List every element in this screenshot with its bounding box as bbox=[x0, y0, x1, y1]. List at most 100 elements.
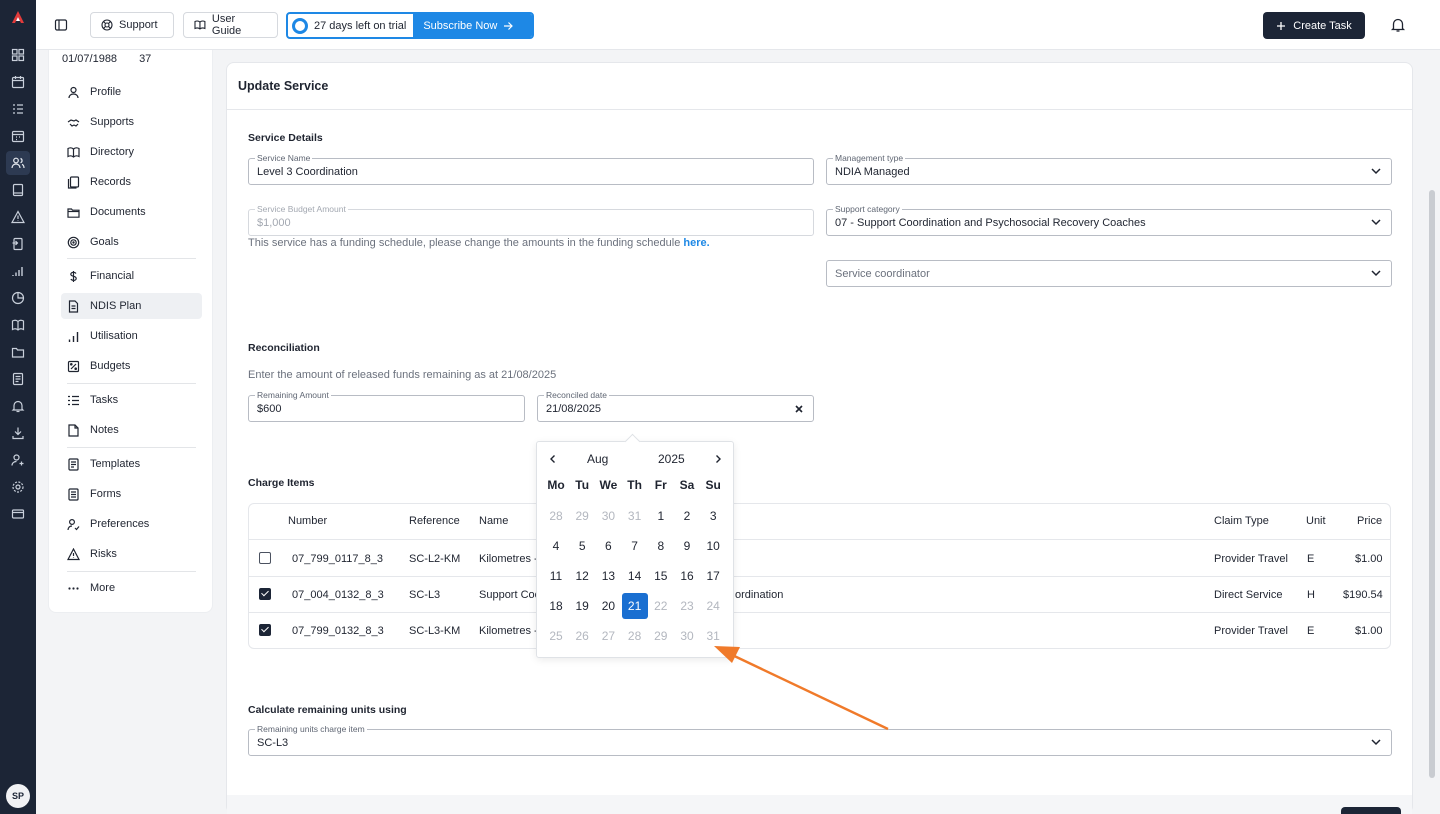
calendar-day[interactable]: 11 bbox=[543, 563, 569, 589]
next-month-icon[interactable] bbox=[713, 454, 723, 464]
picker-year[interactable]: 2025 bbox=[658, 452, 685, 466]
table-row[interactable]: 07_004_0132_8_3 SC-L3 Support Coo ordina… bbox=[249, 577, 1390, 613]
sidebar-toggle-icon[interactable] bbox=[54, 18, 68, 32]
calendar-day[interactable]: 3 bbox=[700, 503, 726, 529]
alert-icon[interactable] bbox=[11, 210, 25, 224]
dashboard-icon[interactable] bbox=[11, 48, 25, 62]
calendar-day[interactable]: 16 bbox=[674, 563, 700, 589]
calendar-day[interactable]: 13 bbox=[595, 563, 621, 589]
nav-item-tasks[interactable]: Tasks bbox=[61, 387, 202, 413]
nav-item-forms[interactable]: Forms bbox=[61, 481, 202, 507]
calendar-day[interactable]: 1 bbox=[648, 503, 674, 529]
calendar-day[interactable]: 7 bbox=[622, 533, 648, 559]
remaining-units-value: SC-L3 bbox=[257, 737, 289, 749]
calendar-day[interactable]: 8 bbox=[648, 533, 674, 559]
chevron-down-icon bbox=[1371, 168, 1381, 175]
support-button[interactable]: Support bbox=[90, 12, 174, 38]
client-age: 37 bbox=[139, 53, 152, 65]
bell-icon[interactable] bbox=[1390, 17, 1406, 33]
nav-item-utilisation[interactable]: Utilisation bbox=[61, 323, 202, 349]
calendar-icon[interactable] bbox=[11, 75, 25, 89]
nav-item-more[interactable]: More bbox=[61, 575, 202, 601]
table-row[interactable]: 07_799_0117_8_3 SC-L2-KM Kilometres - Pr… bbox=[249, 541, 1390, 577]
nav-item-documents[interactable]: Documents bbox=[61, 199, 202, 225]
schedule-icon[interactable] bbox=[11, 129, 25, 143]
calendar-day[interactable]: 5 bbox=[569, 533, 595, 559]
nav-item-budgets[interactable]: Budgets bbox=[61, 353, 202, 379]
calendar-day[interactable]: 17 bbox=[700, 563, 726, 589]
page-scrollbar[interactable] bbox=[1429, 190, 1435, 778]
service-name-field[interactable]: Service Name Level 3 Coordination bbox=[248, 153, 814, 185]
nav-item-notes[interactable]: Notes bbox=[61, 417, 202, 443]
row-claim-type: Direct Service bbox=[1214, 589, 1283, 601]
calendar-day[interactable]: 20 bbox=[595, 593, 621, 619]
folder-icon[interactable] bbox=[11, 345, 25, 359]
nav-item-risks[interactable]: Risks bbox=[61, 541, 202, 567]
nav-item-profile[interactable]: Profile bbox=[61, 79, 202, 105]
nav-label-goals: Goals bbox=[90, 236, 119, 248]
user-settings-icon[interactable] bbox=[11, 453, 25, 467]
row-checkbox[interactable] bbox=[259, 552, 271, 564]
checklist-icon[interactable] bbox=[11, 102, 25, 116]
reconciled-date-field[interactable]: Reconciled date 21/08/2025 bbox=[537, 390, 814, 422]
row-price: $190.54 bbox=[1343, 589, 1383, 601]
calendar-day[interactable]: 10 bbox=[700, 533, 726, 559]
user-guide-button[interactable]: User Guide bbox=[183, 12, 278, 38]
subscribe-now-button[interactable]: Subscribe Now bbox=[413, 14, 532, 37]
notes-icon[interactable] bbox=[11, 372, 25, 386]
calendar-day[interactable]: 19 bbox=[569, 593, 595, 619]
card-icon[interactable] bbox=[11, 507, 25, 521]
user-avatar[interactable]: SP bbox=[6, 784, 30, 808]
support-category-select[interactable]: Support category 07 - Support Coordinati… bbox=[826, 204, 1392, 236]
app-rail: SP bbox=[0, 0, 36, 814]
picker-month[interactable]: Aug bbox=[587, 452, 608, 466]
billing-icon[interactable] bbox=[11, 237, 25, 251]
settings-icon[interactable] bbox=[11, 480, 25, 494]
book-icon[interactable] bbox=[11, 183, 25, 197]
nav-item-directory[interactable]: Directory bbox=[61, 139, 202, 165]
clear-date-icon[interactable] bbox=[794, 404, 804, 414]
management-type-select[interactable]: Management type NDIA Managed bbox=[826, 153, 1392, 185]
service-coordinator-select[interactable]: Service coordinator bbox=[826, 260, 1392, 287]
analytics-icon[interactable] bbox=[11, 264, 25, 278]
calendar-day: 30 bbox=[601, 509, 616, 523]
calendar-day[interactable]: 4 bbox=[543, 533, 569, 559]
selected-day[interactable]: 21 bbox=[621, 593, 648, 619]
calendar-day[interactable]: 9 bbox=[674, 533, 700, 559]
nav-item-records[interactable]: Records bbox=[61, 169, 202, 195]
trial-text: 27 days left on trial bbox=[314, 19, 407, 32]
calendar-day[interactable]: 18 bbox=[543, 593, 569, 619]
reconciliation-note: Enter the amount of released funds remai… bbox=[248, 369, 557, 381]
prev-month-icon[interactable] bbox=[548, 454, 558, 464]
nav-item-preferences[interactable]: Preferences bbox=[61, 511, 202, 537]
notification-icon[interactable] bbox=[11, 399, 25, 413]
row-checkbox[interactable] bbox=[259, 588, 271, 600]
nav-item-templates[interactable]: Templates bbox=[61, 451, 202, 477]
calendar-day[interactable]: 2 bbox=[674, 503, 700, 529]
calendar-day[interactable]: 6 bbox=[595, 533, 621, 559]
nav-item-ndis-plan[interactable]: NDIS Plan bbox=[61, 293, 202, 319]
open-book-icon[interactable] bbox=[11, 318, 25, 332]
nav-item-supports[interactable]: Supports bbox=[61, 109, 202, 135]
note-icon bbox=[68, 423, 79, 437]
download-icon[interactable] bbox=[11, 426, 25, 440]
col-name-header: Name bbox=[479, 515, 509, 527]
nav-item-financial[interactable]: Financial bbox=[61, 263, 202, 289]
nav-divider bbox=[67, 571, 196, 572]
remaining-amount-value: $600 bbox=[257, 403, 282, 415]
remaining-amount-field[interactable]: Remaining Amount $600 bbox=[248, 390, 525, 422]
create-task-button[interactable]: Create Task bbox=[1263, 12, 1365, 39]
funding-schedule-link[interactable]: here. bbox=[683, 237, 709, 249]
row-unit: E bbox=[1307, 625, 1315, 637]
nav-item-goals[interactable]: Goals bbox=[61, 229, 202, 255]
calendar-day[interactable]: 15 bbox=[648, 563, 674, 589]
save-button[interactable] bbox=[1341, 807, 1401, 814]
nav-label-documents: Documents bbox=[90, 206, 146, 218]
chevron-down-icon bbox=[1371, 739, 1381, 746]
pie-chart-icon[interactable] bbox=[11, 291, 25, 305]
calendar-day[interactable]: 12 bbox=[569, 563, 595, 589]
clients-icon[interactable] bbox=[6, 151, 30, 175]
app-logo-icon[interactable] bbox=[11, 10, 25, 24]
row-checkbox[interactable] bbox=[259, 624, 271, 636]
calendar-day[interactable]: 14 bbox=[622, 563, 648, 589]
